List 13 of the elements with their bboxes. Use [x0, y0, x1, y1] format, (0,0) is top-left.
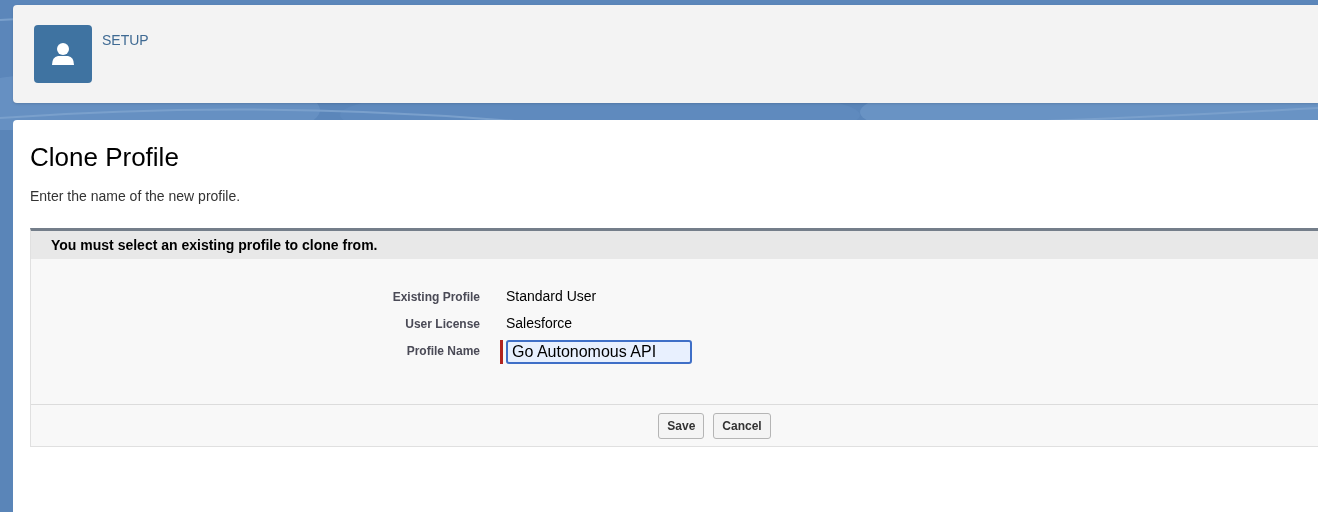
- field-value: Salesforce: [505, 314, 573, 333]
- field-label: User License: [404, 316, 480, 333]
- header-title: SETUP: [102, 31, 149, 50]
- section-title: You must select an existing profile to clone from.: [51, 235, 378, 255]
- save-button[interactable]: Save: [658, 412, 705, 439]
- field-label: Profile Name: [405, 343, 480, 360]
- page-description: Enter the name of the new profile.: [30, 187, 242, 206]
- cancel-button[interactable]: Cancel: [713, 412, 771, 439]
- page-title: Clone Profile: [30, 141, 180, 174]
- profile-name-field[interactable]: Go Autonomous API: [506, 340, 692, 364]
- user-icon: [34, 25, 92, 83]
- field-value: Standard User: [505, 287, 597, 306]
- field-label: Existing Profile: [391, 289, 480, 306]
